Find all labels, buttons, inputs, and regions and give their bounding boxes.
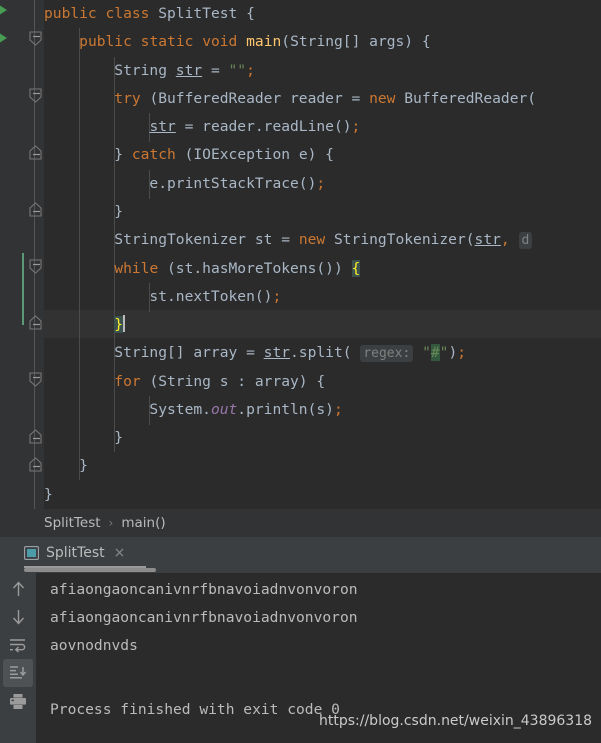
- code-line-11[interactable]: st.nextToken();: [44, 283, 601, 311]
- breadcrumb[interactable]: SplitTest › main(): [0, 509, 601, 537]
- vcs-change-marker: [22, 253, 24, 325]
- run-method-icon[interactable]: [0, 31, 7, 45]
- console-line: aovnodnvds: [50, 637, 138, 654]
- console-line: afiaongaoncanivnrfbnavoiadnvonvoron: [50, 581, 358, 598]
- code-line-9[interactable]: StringTokenizer st = new StringTokenizer…: [44, 226, 601, 254]
- code-line-18[interactable]: }: [44, 481, 601, 509]
- intellij-idea-window: public class SplitTest { public static v…: [0, 0, 601, 743]
- code-line-17[interactable]: }: [44, 452, 601, 480]
- print-icon[interactable]: [3, 687, 33, 715]
- watermark-url: https://blog.csdn.net/weixin_43896318: [319, 713, 593, 729]
- chevron-right-icon: ›: [108, 516, 114, 530]
- fold-marker-collapse[interactable]: [28, 259, 43, 274]
- code-line-1[interactable]: public class SplitTest {: [44, 0, 601, 28]
- code-line-2[interactable]: public static void main(String[] args) {: [44, 28, 601, 56]
- code-line-7[interactable]: e.printStackTrace();: [44, 170, 601, 198]
- code-line-12[interactable]: }: [44, 311, 601, 339]
- console-line-exit-code: Process finished with exit code 0: [50, 701, 340, 718]
- run-tab-label: SplitTest: [46, 544, 105, 561]
- code-line-8[interactable]: }: [44, 198, 601, 226]
- down-arrow-icon[interactable]: [3, 603, 33, 631]
- console-hscrollbar-thumb[interactable]: [24, 568, 156, 572]
- code-line-10[interactable]: while (st.hasMoreTokens()) {: [44, 255, 601, 283]
- code-line-15[interactable]: System.out.println(s);: [44, 396, 601, 424]
- breadcrumb-item-method[interactable]: main(): [121, 515, 165, 531]
- fold-marker-expand[interactable]: [28, 429, 43, 444]
- code-line-3[interactable]: String str = "";: [44, 57, 601, 85]
- code-content[interactable]: public class SplitTest { public static v…: [44, 0, 601, 509]
- code-line-16[interactable]: }: [44, 424, 601, 452]
- run-class-icon[interactable]: [0, 3, 7, 17]
- fold-marker-expand[interactable]: [28, 315, 43, 330]
- run-tab-strip: SplitTest ×: [0, 537, 601, 572]
- code-line-5[interactable]: str = reader.readLine();: [44, 113, 601, 141]
- close-icon[interactable]: ×: [114, 545, 126, 561]
- console-line: afiaongaoncanivnrfbnavoiadnvonvoron: [50, 609, 358, 626]
- scroll-to-end-icon[interactable]: [3, 659, 33, 687]
- fold-marker-expand[interactable]: [28, 457, 43, 472]
- code-editor[interactable]: public class SplitTest { public static v…: [0, 0, 601, 509]
- fold-marker-collapse[interactable]: [28, 372, 43, 387]
- breadcrumb-item-class[interactable]: SplitTest: [44, 515, 101, 531]
- run-tab-splittest[interactable]: SplitTest ×: [23, 537, 126, 568]
- code-line-13[interactable]: String[] array = str.split( regex: "#");: [44, 339, 601, 367]
- up-arrow-icon[interactable]: [3, 575, 33, 603]
- fold-marker-collapse[interactable]: [28, 88, 43, 103]
- console-toolbar: [0, 573, 36, 743]
- editor-gutter[interactable]: [0, 0, 44, 509]
- fold-marker-expand[interactable]: [28, 145, 43, 160]
- fold-marker-collapse[interactable]: [28, 31, 43, 46]
- code-line-4[interactable]: try (BufferedReader reader = new Buffere…: [44, 85, 601, 113]
- code-line-6[interactable]: } catch (IOException e) {: [44, 141, 601, 169]
- soft-wrap-icon[interactable]: [3, 631, 33, 659]
- console-icon: [23, 545, 40, 560]
- code-line-14[interactable]: for (String s : array) {: [44, 368, 601, 396]
- fold-marker-expand[interactable]: [28, 202, 43, 217]
